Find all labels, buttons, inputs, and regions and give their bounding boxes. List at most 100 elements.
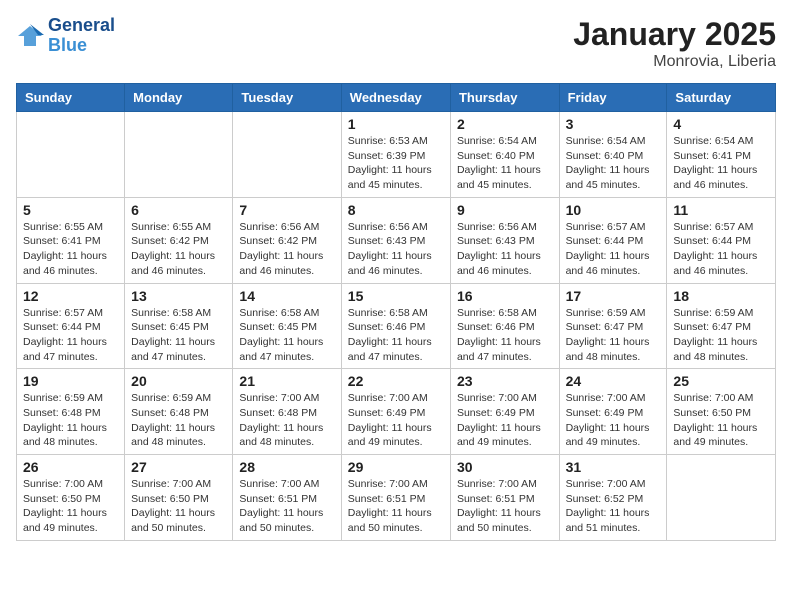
day-info: Sunrise: 6:58 AM Sunset: 6:45 PM Dayligh…: [131, 306, 226, 365]
calendar-cell: 21 Sunrise: 7:00 AM Sunset: 6:48 PM Dayli…: [233, 369, 341, 455]
day-info: Sunrise: 6:59 AM Sunset: 6:47 PM Dayligh…: [673, 306, 769, 365]
day-info: Sunrise: 7:00 AM Sunset: 6:51 PM Dayligh…: [348, 477, 444, 536]
day-info: Sunrise: 6:53 AM Sunset: 6:39 PM Dayligh…: [348, 134, 444, 193]
day-info: Sunrise: 7:00 AM Sunset: 6:49 PM Dayligh…: [566, 391, 661, 450]
day-number: 10: [566, 202, 661, 218]
day-info: Sunrise: 6:58 AM Sunset: 6:46 PM Dayligh…: [348, 306, 444, 365]
calendar-week-5: 26Sunrise: 7:00 AM Sunset: 6:50 PM Dayli…: [17, 455, 776, 541]
logo-blue: Blue: [48, 36, 115, 56]
calendar-cell: 10Sunrise: 6:57 AM Sunset: 6:44 PM Dayli…: [559, 197, 667, 283]
calendar-cell: [125, 112, 233, 198]
day-number: 3: [566, 116, 661, 132]
day-info: Sunrise: 6:57 AM Sunset: 6:44 PM Dayligh…: [23, 306, 118, 365]
day-number: 6: [131, 202, 226, 218]
day-info: Sunrise: 6:54 AM Sunset: 6:41 PM Dayligh…: [673, 134, 769, 193]
day-info: Sunrise: 6:54 AM Sunset: 6:40 PM Dayligh…: [457, 134, 553, 193]
day-info: Sunrise: 7:00 AM Sunset: 6:50 PM Dayligh…: [131, 477, 226, 536]
calendar-cell: [233, 112, 341, 198]
calendar-cell: 7Sunrise: 6:56 AM Sunset: 6:42 PM Daylig…: [233, 197, 341, 283]
day-number: 19: [23, 373, 118, 389]
logo-general: General: [48, 16, 115, 36]
calendar-cell: 4 Sunrise: 6:54 AM Sunset: 6:41 PM Daylig…: [667, 112, 776, 198]
day-number: 5: [23, 202, 118, 218]
calendar-cell: 27 Sunrise: 7:00 AM Sunset: 6:50 PM Dayli…: [125, 455, 233, 541]
calendar-cell: 6Sunrise: 6:55 AM Sunset: 6:42 PM Daylig…: [125, 197, 233, 283]
calendar-cell: 25 Sunrise: 7:00 AM Sunset: 6:50 PM Dayli…: [667, 369, 776, 455]
day-info: Sunrise: 7:00 AM Sunset: 6:49 PM Dayligh…: [457, 391, 553, 450]
day-number: 4: [673, 116, 769, 132]
calendar-cell: 20 Sunrise: 6:59 AM Sunset: 6:48 PM Dayli…: [125, 369, 233, 455]
calendar-cell: 23 Sunrise: 7:00 AM Sunset: 6:49 PM Dayli…: [450, 369, 559, 455]
day-number: 28: [239, 459, 334, 475]
day-info: Sunrise: 7:00 AM Sunset: 6:51 PM Dayligh…: [239, 477, 334, 536]
calendar-cell: [17, 112, 125, 198]
col-monday: Monday: [125, 84, 233, 112]
title-block: January 2025 Monrovia, Liberia: [573, 16, 776, 71]
calendar-header-row: Sunday Monday Tuesday Wednesday Thursday…: [17, 84, 776, 112]
day-info: Sunrise: 6:55 AM Sunset: 6:41 PM Dayligh…: [23, 220, 118, 279]
location: Monrovia, Liberia: [573, 53, 776, 71]
calendar-cell: 5 Sunrise: 6:55 AM Sunset: 6:41 PM Daylig…: [17, 197, 125, 283]
logo: General Blue: [16, 16, 115, 56]
day-info: Sunrise: 6:59 AM Sunset: 6:48 PM Dayligh…: [131, 391, 226, 450]
day-info: Sunrise: 7:00 AM Sunset: 6:49 PM Dayligh…: [348, 391, 444, 450]
logo-text-block: General Blue: [48, 16, 115, 56]
calendar-week-3: 12Sunrise: 6:57 AM Sunset: 6:44 PM Dayli…: [17, 283, 776, 369]
day-number: 1: [348, 116, 444, 132]
day-info: Sunrise: 6:57 AM Sunset: 6:44 PM Dayligh…: [673, 220, 769, 279]
calendar-table: Sunday Monday Tuesday Wednesday Thursday…: [16, 83, 776, 541]
day-number: 15: [348, 288, 444, 304]
day-number: 23: [457, 373, 553, 389]
calendar-cell: 28 Sunrise: 7:00 AM Sunset: 6:51 PM Dayli…: [233, 455, 341, 541]
day-number: 11: [673, 202, 769, 218]
calendar-cell: [667, 455, 776, 541]
calendar-cell: 14Sunrise: 6:58 AM Sunset: 6:45 PM Dayli…: [233, 283, 341, 369]
calendar-cell: 22 Sunrise: 7:00 AM Sunset: 6:49 PM Dayli…: [341, 369, 450, 455]
day-number: 24: [566, 373, 661, 389]
calendar-cell: 19 Sunrise: 6:59 AM Sunset: 6:48 PM Dayli…: [17, 369, 125, 455]
day-info: Sunrise: 7:00 AM Sunset: 6:50 PM Dayligh…: [673, 391, 769, 450]
page-header: General Blue January 2025 Monrovia, Libe…: [16, 16, 776, 71]
calendar-cell: 13Sunrise: 6:58 AM Sunset: 6:45 PM Dayli…: [125, 283, 233, 369]
calendar-cell: 26Sunrise: 7:00 AM Sunset: 6:50 PM Dayli…: [17, 455, 125, 541]
calendar-cell: 30Sunrise: 7:00 AM Sunset: 6:51 PM Dayli…: [450, 455, 559, 541]
day-info: Sunrise: 6:56 AM Sunset: 6:43 PM Dayligh…: [457, 220, 553, 279]
day-info: Sunrise: 6:54 AM Sunset: 6:40 PM Dayligh…: [566, 134, 661, 193]
day-info: Sunrise: 6:56 AM Sunset: 6:43 PM Dayligh…: [348, 220, 444, 279]
logo-icon: [16, 22, 44, 50]
day-info: Sunrise: 6:58 AM Sunset: 6:46 PM Dayligh…: [457, 306, 553, 365]
col-thursday: Thursday: [450, 84, 559, 112]
calendar-cell: 18 Sunrise: 6:59 AM Sunset: 6:47 PM Dayli…: [667, 283, 776, 369]
day-number: 22: [348, 373, 444, 389]
day-info: Sunrise: 7:00 AM Sunset: 6:52 PM Dayligh…: [566, 477, 661, 536]
calendar-cell: 8 Sunrise: 6:56 AM Sunset: 6:43 PM Daylig…: [341, 197, 450, 283]
day-number: 31: [566, 459, 661, 475]
day-number: 8: [348, 202, 444, 218]
day-number: 18: [673, 288, 769, 304]
day-number: 9: [457, 202, 553, 218]
day-number: 29: [348, 459, 444, 475]
col-wednesday: Wednesday: [341, 84, 450, 112]
calendar-cell: 1 Sunrise: 6:53 AM Sunset: 6:39 PM Daylig…: [341, 112, 450, 198]
calendar-cell: 2Sunrise: 6:54 AM Sunset: 6:40 PM Daylig…: [450, 112, 559, 198]
month-title: January 2025: [573, 16, 776, 53]
day-number: 30: [457, 459, 553, 475]
calendar-cell: 17Sunrise: 6:59 AM Sunset: 6:47 PM Dayli…: [559, 283, 667, 369]
day-info: Sunrise: 6:58 AM Sunset: 6:45 PM Dayligh…: [239, 306, 334, 365]
calendar-cell: 15 Sunrise: 6:58 AM Sunset: 6:46 PM Dayli…: [341, 283, 450, 369]
day-number: 16: [457, 288, 553, 304]
day-number: 17: [566, 288, 661, 304]
day-number: 20: [131, 373, 226, 389]
calendar-cell: 24 Sunrise: 7:00 AM Sunset: 6:49 PM Dayli…: [559, 369, 667, 455]
day-number: 27: [131, 459, 226, 475]
calendar-cell: 16 Sunrise: 6:58 AM Sunset: 6:46 PM Dayli…: [450, 283, 559, 369]
day-info: Sunrise: 6:59 AM Sunset: 6:48 PM Dayligh…: [23, 391, 118, 450]
day-number: 7: [239, 202, 334, 218]
day-number: 21: [239, 373, 334, 389]
day-info: Sunrise: 7:00 AM Sunset: 6:50 PM Dayligh…: [23, 477, 118, 536]
col-tuesday: Tuesday: [233, 84, 341, 112]
day-number: 25: [673, 373, 769, 389]
calendar-cell: 31 Sunrise: 7:00 AM Sunset: 6:52 PM Dayli…: [559, 455, 667, 541]
day-info: Sunrise: 7:00 AM Sunset: 6:48 PM Dayligh…: [239, 391, 334, 450]
calendar-week-1: 1 Sunrise: 6:53 AM Sunset: 6:39 PM Daylig…: [17, 112, 776, 198]
